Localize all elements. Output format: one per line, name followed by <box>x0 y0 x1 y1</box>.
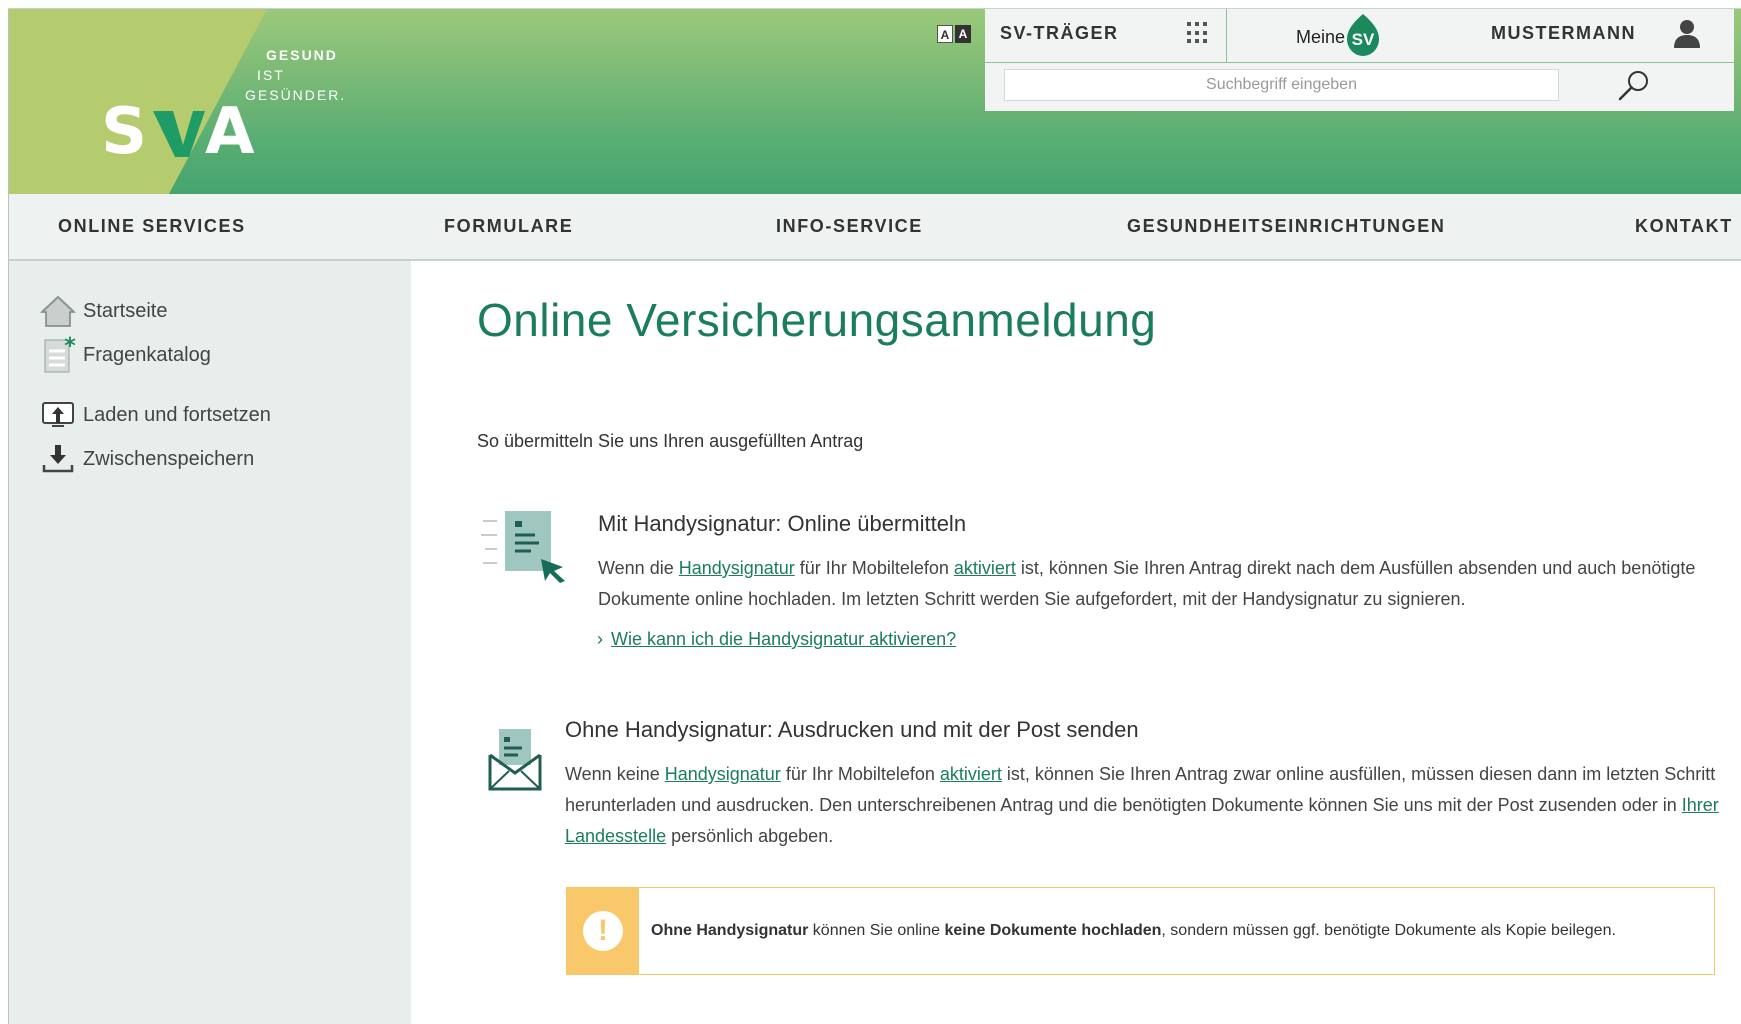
questionnaire-icon: * <box>39 336 77 373</box>
faq-handysignatur-link[interactable]: › Wie kann ich die Handysignatur aktivie… <box>597 629 956 650</box>
download-icon <box>39 441 77 477</box>
svg-text:S: S <box>101 101 149 163</box>
nav-item-gesundheitseinrichtungen[interactable]: GESUNDHEITSEINRICHTUNGEN <box>1127 216 1445 237</box>
online-submit-icon <box>481 511 565 583</box>
sidebar-item-zwischenspeichern[interactable]: Zwischenspeichern <box>39 441 254 477</box>
logo-tagline-2: IST <box>257 67 285 83</box>
aktiviert-link[interactable]: aktiviert <box>940 764 1002 784</box>
font-size-normal-button[interactable]: A <box>937 25 953 43</box>
sva-logo-mark: S A <box>101 95 257 169</box>
mail-submit-icon <box>488 729 542 791</box>
section-text-online: Wenn die Handysignatur für Ihr Mobiltele… <box>598 553 1708 615</box>
handysignatur-link[interactable]: Handysignatur <box>679 558 795 578</box>
warning-text-part: , sondern müssen ggf. benötigte Dokument… <box>1161 922 1616 939</box>
warning-text: Ohne Handysignatur können Sie online kei… <box>639 888 1616 974</box>
sidebar-item-label: Fragenkatalog <box>83 343 211 366</box>
section-text-part: für Ihr Mobiltelefon <box>794 558 954 578</box>
main-navigation: ONLINE SERVICES FORMULARE INFO-SERVICE G… <box>9 194 1741 261</box>
home-icon <box>39 293 77 329</box>
nav-item-kontakt[interactable]: KONTAKT <box>1635 216 1733 237</box>
sidebar-item-label: Laden und fortsetzen <box>83 403 271 426</box>
warning-bar: ! <box>567 888 639 974</box>
sidebar-item-fragenkatalog[interactable]: * Fragenkatalog <box>39 336 211 373</box>
sv-traeger-link[interactable]: SV-TRÄGER <box>1000 23 1119 44</box>
apps-grid-icon[interactable] <box>1187 22 1209 44</box>
section-heading-post: Ohne Handysignatur: Ausdrucken und mit d… <box>565 717 1139 742</box>
intro-text: So übermitteln Sie uns Ihren ausgefüllte… <box>477 431 864 451</box>
sva-logo[interactable]: S A <box>101 95 281 175</box>
faq-link-text: Wie kann ich die Handysignatur aktiviere… <box>611 629 957 649</box>
section-heading-online: Mit Handysignatur: Online übermitteln <box>598 511 967 536</box>
search-input[interactable] <box>1004 69 1559 101</box>
meine-sv-logo-icon[interactable]: SV <box>1345 13 1381 57</box>
nav-item-formulare[interactable]: FORMULARE <box>444 216 573 237</box>
section-text-part: für Ihr Mobiltelefon <box>780 764 940 784</box>
warning-text-part: können Sie online <box>808 922 945 939</box>
exclamation-icon: ! <box>583 911 623 951</box>
section-text-part: Wenn die <box>598 558 679 578</box>
upload-icon <box>39 397 77 433</box>
chevron-right-icon: › <box>597 629 603 649</box>
warning-notice: ! Ohne Handysignatur können Sie online k… <box>566 887 1715 975</box>
user-name[interactable]: MUSTERMANN <box>1491 23 1636 44</box>
user-icon[interactable] <box>1673 18 1701 48</box>
aktiviert-link[interactable]: aktiviert <box>954 558 1016 578</box>
utility-divider <box>1226 9 1227 62</box>
warning-bold-part: keine Dokumente hochladen <box>944 922 1162 939</box>
app-window: GESUND IST GESÜNDER. S A A A SV-TRÄGER M… <box>8 8 1741 1024</box>
nav-item-info-service[interactable]: INFO-SERVICE <box>776 216 923 237</box>
section-text-part: persönlich abgeben. <box>666 826 834 846</box>
site-header: GESUND IST GESÜNDER. S A A A SV-TRÄGER M… <box>9 9 1741 194</box>
sidebar-item-label: Zwischenspeichern <box>83 447 255 470</box>
sidebar-item-label: Startseite <box>83 299 168 322</box>
sidebar-item-startseite[interactable]: Startseite <box>39 293 167 329</box>
warning-bold-part: Ohne Handysignatur <box>651 922 809 939</box>
svg-text:A: A <box>205 101 257 163</box>
handysignatur-link[interactable]: Handysignatur <box>665 764 781 784</box>
font-size-toggle[interactable]: A A <box>937 25 971 43</box>
section-text-post: Wenn keine Handysignatur für Ihr Mobilte… <box>565 759 1725 852</box>
meine-sv-logo-text: SV <box>1352 30 1375 49</box>
sidebar-item-laden-und-fortsetzen[interactable]: Laden und fortsetzen <box>39 397 271 433</box>
logo-tagline-1: GESUND <box>266 47 338 63</box>
svg-text:*: * <box>64 336 76 359</box>
sidebar: Startseite * Fragenkatalog Laden und for… <box>9 261 411 1024</box>
font-size-large-button[interactable]: A <box>955 25 971 43</box>
search-icon[interactable] <box>1617 69 1651 103</box>
section-text-part: Wenn keine <box>565 764 665 784</box>
page-title: Online Versicherungsanmeldung <box>477 294 1157 346</box>
meine-sv-label[interactable]: Meine <box>1296 27 1345 48</box>
utility-hline <box>985 62 1734 63</box>
nav-item-online-services[interactable]: ONLINE SERVICES <box>58 216 246 237</box>
